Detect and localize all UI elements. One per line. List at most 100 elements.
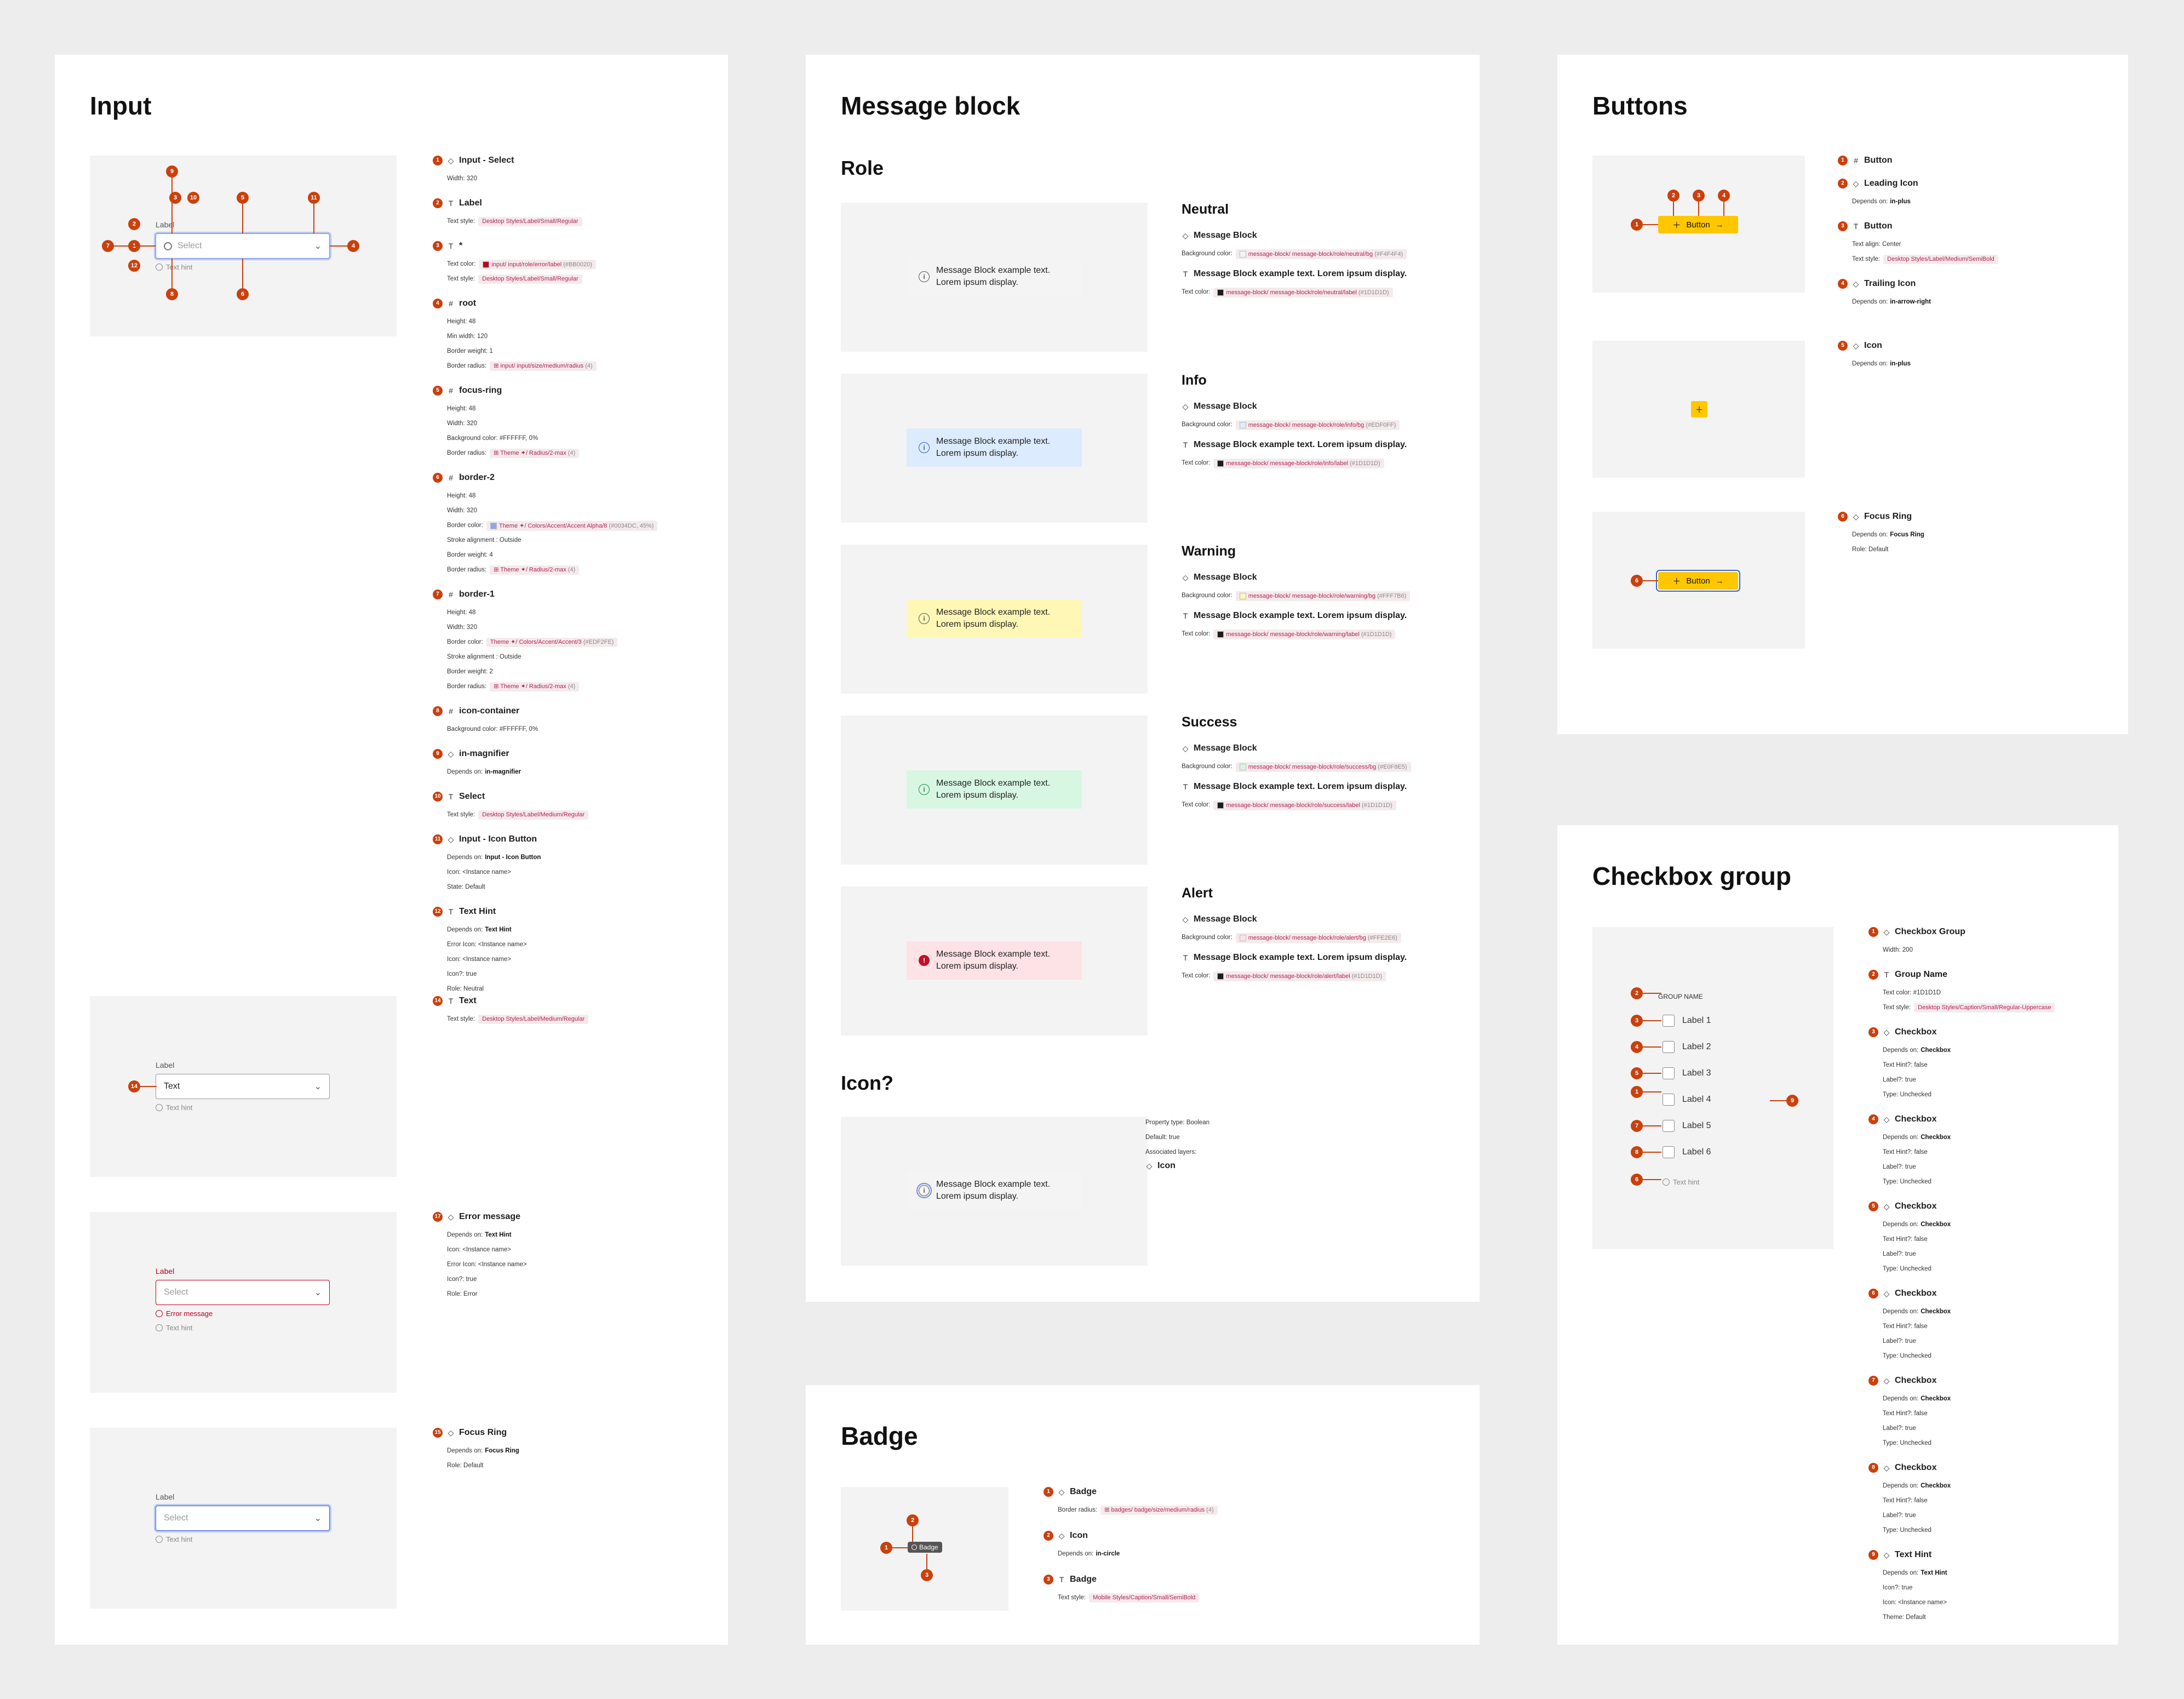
annotation-row: Stroke alignment : Outside [433,650,718,665]
color-swatch [1239,934,1246,941]
message-block-layer: ◇ Message Block [1182,230,1466,242]
annotation-title: border-2 [459,473,495,482]
row-key: Type: Unchecked [1883,1265,1931,1272]
annotation-heading: 11 ◇ Input - Icon Button [433,833,718,845]
row-key: Theme: Default [1883,1614,1926,1621]
annotation-item: 14 T Text Text style: Desktop Styles/Label/M… [433,995,718,1027]
text-field[interactable]: Text ⌄ [156,1074,330,1099]
arrow-right-icon: → [1715,576,1724,586]
component-icon: ◇ [1883,1463,1890,1472]
primary-button[interactable]: ＋ Button → [1658,216,1738,233]
role-name: Info [1182,373,1207,388]
row-key: Icon: <Instance name> [447,1246,511,1253]
annotation-row: Text color: #1D1D1D [1868,986,2153,1000]
role-canvas: i Message Block example text. Lorem ipsum… [841,545,1148,694]
info-icon: i [919,271,930,282]
component-icon: ◇ [448,1428,454,1437]
checkbox-item[interactable]: Label 6 [1663,1146,1711,1158]
color-swatch [1239,592,1246,599]
annotation-number: 2 [1868,970,1878,980]
annotation-row: Border radius: ⊞ badges/ badge/size/mediu… [1044,1503,1328,1518]
annotation-heading: 5 ◇ Icon [1838,340,2123,352]
annotation-row: Depends on: in-plus [1838,357,2123,371]
icon-button[interactable]: ＋ [1691,401,1707,417]
token-name: Desktop Styles/Label/Medium/Regular [482,1016,585,1022]
annotation-heading: 8 # icon-container [433,705,718,717]
annotation-heading: 1 ◇ Checkbox Group [1868,926,2153,938]
checkbox-item[interactable]: Label 2 [1663,1041,1711,1053]
text-layer-icon: T [448,907,454,916]
checkbox-item[interactable]: Label 5 [1663,1120,1711,1132]
focused-button[interactable]: ＋ Button → [1658,572,1738,590]
message-block: i Message Block example text. Lorem ipsum… [907,770,1082,809]
checkbox-box[interactable] [1663,1120,1675,1132]
annotation-item: 7 ◇ Checkbox Depends on: Checkbox Text Hint?:… [1868,1375,2153,1451]
chevron-down-icon[interactable]: ⌄ [314,1287,322,1298]
annotation-number: 5 [433,386,443,396]
select-field[interactable]: Select ⌄ [156,233,330,259]
select-field-focused[interactable]: Select ⌄ [156,1506,330,1531]
checkbox-item[interactable]: Label 4 [1663,1094,1711,1106]
row-key: Width: 320 [447,623,477,631]
token-chip: Desktop Styles/Caption/Small/Regular-Upp… [1914,1003,2055,1012]
role-annotation: Alert ◇ Message Block Background color: mess… [1182,886,1466,983]
chevron-down-icon[interactable]: ⌄ [314,1513,322,1524]
row-key: Text color: [1182,630,1211,637]
component-icon: ◇ [1853,179,1859,188]
chevron-down-icon[interactable]: ⌄ [314,241,322,251]
checkbox-box[interactable] [1663,1094,1675,1106]
checkbox-item[interactable]: Label 1 [1663,1015,1711,1027]
chevron-down-icon[interactable]: ⌄ [314,1081,322,1092]
checkbox-box[interactable] [1663,1041,1675,1053]
annotation-item: 3 T Badge Text style: Mobile Styles/Caption/… [1044,1574,1328,1605]
token-name: Desktop Styles/Label/Small/Regular [482,276,578,282]
annotation-number: 6 [433,473,443,483]
annotation-heading: 7 # border-1 [433,588,718,600]
row-key: Role: Neutral [447,985,484,992]
annotation-heading: 9 ◇ Text Hint [1868,1549,2153,1561]
row-key: Width: 320 [447,420,477,427]
badge-card: Badge Badge 2 1 3 1 ◇ Badge Border radius: ⊞… [806,1385,1480,1645]
input-title: Input [90,91,152,120]
text-layer-icon: T [1059,1575,1064,1584]
annotation-row: Stroke alignment : Outside [433,533,718,548]
annotation-row: Depends on: Checkbox [1868,1043,2153,1058]
select-field-error[interactable]: Select ⌄ [156,1280,330,1305]
checkbox-box[interactable] [1663,1015,1675,1027]
annotation-number: 11 [433,834,443,844]
token-chip: message-block/ message-block/role/neutra… [1235,249,1407,259]
component-icon: ◇ [448,835,454,844]
annotation-item: 1 ◇ Badge Border radius: ⊞ badges/ badge/siz… [1044,1486,1328,1518]
info-icon: i [919,613,930,624]
token-value: (#BB0020) [561,261,592,268]
icon-heading: Icon? [841,1072,893,1094]
annotation-heading: 6 ◇ Checkbox [1868,1288,2153,1300]
callout-pin: 1 [1631,219,1643,231]
token-chip: message-block/ message-block/role/alert/… [1213,971,1386,981]
row-key: Height: 48 [447,492,476,499]
color-swatch [1239,250,1246,258]
checkbox-item[interactable]: Label 3 [1663,1067,1711,1079]
checkbox-box[interactable] [1663,1067,1675,1079]
row-key: Min width: 120 [447,333,488,340]
annotation-title: in-magnifier [459,749,509,758]
annotation-item: 2 T Label Text style: Desktop Styles/Label/S… [433,197,718,229]
callout-pin: 1 [1631,1086,1643,1098]
annotation-heading: 9 ◇ in-magnifier [433,748,718,760]
annotation-row: State: Default [433,880,718,895]
color-swatch [1217,460,1224,467]
text-color-row: Text color: message-block/ message-block/… [1182,969,1466,983]
callout-line [1643,1179,1661,1180]
component-icon: ◇ [1182,915,1189,924]
checkbox-annotations: 1 ◇ Checkbox Group Width: 200 2 T Group Name Te… [1868,926,2153,1636]
row-key: Border radius: [447,683,487,690]
row-key: Background color: #FFFFFF, 0% [447,725,538,733]
checkbox-box[interactable] [1663,1146,1675,1158]
layer-name: Message Block example text. Lorem ipsum … [1194,782,1407,791]
annotation-title: root [459,299,477,308]
row-key: Label?: true [1883,1076,1916,1083]
row-key: Text color: #1D1D1D [1883,989,1941,996]
row-key: Stroke alignment : Outside [447,653,521,660]
message-block: ! Message Block example text. Lorem ipsum… [907,941,1082,980]
row-key: Depends on: [1883,1134,1919,1141]
